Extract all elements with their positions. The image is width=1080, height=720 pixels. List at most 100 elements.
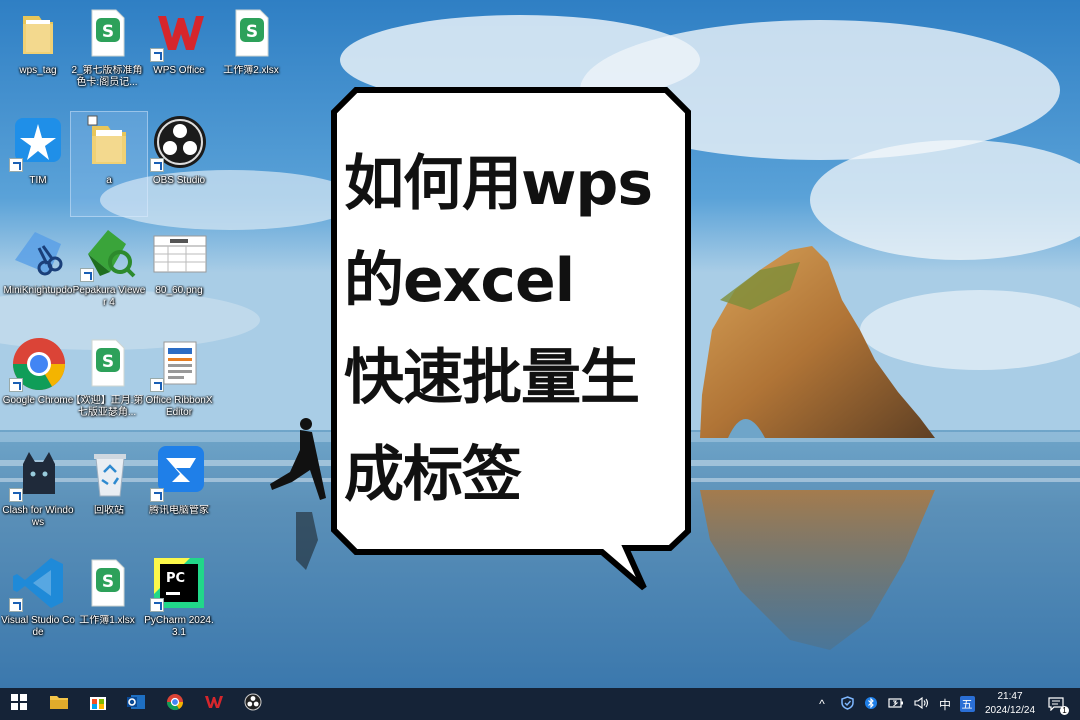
clash-cat-icon [9, 444, 67, 502]
desktop-icon-miniknight[interactable]: MiniKnightupdo [0, 222, 76, 326]
desktop-icon-pycharm[interactable]: PC PyCharm 2024.3.1 [141, 552, 217, 656]
desktop-icon-label: Pepakura Viewer 4 [72, 285, 146, 308]
desktop-icon-label: Visual Studio Code [1, 615, 75, 638]
ime-language-text: 中 [938, 697, 951, 712]
tray-battery[interactable] [884, 688, 908, 720]
bubble-line: 快速批量生 [344, 343, 640, 413]
notification-center-button[interactable]: 1 [1044, 688, 1069, 720]
desktop-icon-label: 回收站 [94, 505, 124, 516]
mail-icon [126, 693, 146, 716]
vscode-icon [9, 554, 67, 612]
folder-icon [80, 114, 138, 172]
desktop-icon-workbook2[interactable]: S 工作簿2.xlsx [213, 2, 289, 106]
pycharm-icon: PC [150, 554, 208, 612]
folder-icon [9, 4, 67, 62]
desktop-icon-obs[interactable]: OBS Studio [141, 112, 217, 216]
store-icon [89, 693, 107, 716]
image-file-icon [150, 224, 208, 282]
desktop-icon-label: 【欢迎】正月:第七版亚瑟角... [70, 395, 144, 418]
desktop-icon-label: wps_tag [19, 65, 57, 76]
notification-count-badge: 1 [1060, 706, 1069, 715]
taskbar-outlook[interactable] [117, 688, 155, 720]
desktop-icon-wps-office[interactable]: WPS Office [141, 2, 217, 106]
chrome-icon [9, 334, 67, 392]
start-button[interactable] [0, 688, 38, 720]
bubble-line: 成标签 [344, 440, 522, 510]
desktop-icon-label: Office RibbonX Editor [145, 395, 213, 418]
taskbar-store[interactable] [79, 688, 117, 720]
file-explorer-icon [49, 693, 69, 716]
desktop-icon-label: OBS Studio [152, 175, 206, 186]
desktop-icon-label: TIM [29, 175, 47, 186]
chrome-icon [166, 693, 184, 716]
taskbar-obs[interactable] [234, 688, 272, 720]
taskbar-wps[interactable] [195, 688, 233, 720]
desktop-icon-label: 腾讯电脑管家 [149, 505, 209, 516]
wps-office-icon [204, 694, 224, 715]
desktop-icon-label: 80_60.png [155, 285, 203, 296]
speech-bubble-overlay: 如何用wps 的excel 快速批量生 成标签 [326, 86, 696, 596]
tim-star-icon [9, 114, 67, 172]
svg-text:S: S [102, 22, 114, 42]
desktop-icon-role-card[interactable]: S 2_第七版标准角色卡:阁员记... [69, 2, 145, 106]
bluetooth-icon [865, 696, 877, 713]
miniknight-scissors-icon [9, 224, 67, 282]
taskbar-file-explorer[interactable] [40, 688, 78, 720]
desktop-icon-wps-tag[interactable]: wps_tag [0, 2, 76, 106]
svg-text:S: S [102, 352, 114, 372]
wps-spreadsheet-icon: S [78, 334, 136, 392]
wps-spreadsheet-icon: S [78, 4, 136, 62]
desktop-icon-label: Clash for Windows [2, 505, 74, 528]
taskbar-chrome[interactable] [156, 688, 194, 720]
desktop-icon-workbook1[interactable]: S 工作簿1.xlsx [69, 552, 145, 656]
desktop-icon-label: a [106, 175, 112, 186]
battery-plug-icon [888, 697, 904, 712]
tray-bluetooth[interactable] [860, 688, 882, 720]
desktop-icon-welcome-card[interactable]: S 【欢迎】正月:第七版亚瑟角... [69, 332, 145, 436]
clock-time: 21:47 [997, 691, 1023, 702]
wps-spreadsheet-icon: S [222, 4, 280, 62]
shield-icon [840, 695, 854, 713]
desktop-icon-label: 工作簿1.xlsx [79, 615, 135, 626]
desktop-icon-label: MiniKnightupdo [3, 285, 73, 296]
pepakura-icon [80, 224, 138, 282]
svg-text:S: S [246, 22, 258, 42]
tray-clock[interactable]: 21:47 2024/12/24 [976, 690, 1044, 718]
recycle-bin-icon [80, 444, 138, 502]
bubble-line: 如何用wps [344, 149, 653, 219]
desktop-icon-tencent-pc-manager[interactable]: 腾讯电脑管家 [141, 442, 217, 546]
desktop-icon-label: WPS Office [153, 65, 205, 76]
wps-spreadsheet-icon: S [78, 554, 136, 612]
desktop-icon-tim[interactable]: TIM [0, 112, 76, 216]
obs-icon [244, 693, 262, 716]
desktop-icon-vscode[interactable]: Visual Studio Code [0, 552, 76, 656]
desktop-icon-recycle-bin[interactable]: 回收站 [71, 442, 147, 546]
bubble-title: 如何用wps 的excel 快速批量生 成标签 [344, 136, 694, 524]
svg-text:PC: PC [166, 571, 185, 586]
ime-mode-badge: 五 [959, 696, 975, 712]
speaker-icon [914, 696, 930, 712]
desktop-icon-folder-a[interactable]: a [70, 111, 148, 217]
tray-ime-language[interactable]: 中 [934, 688, 956, 720]
taskbar: ^ 中 五 21:47 2024/12/24 1 [0, 688, 1080, 720]
notification-icon: 1 [1048, 697, 1069, 715]
clock-date: 2024/12/24 [984, 705, 1036, 716]
tray-ime-mode[interactable]: 五 [956, 688, 978, 720]
desktop-icon-image-80-60[interactable]: 80_60.png [141, 222, 217, 326]
tray-overflow-button[interactable]: ^ [812, 688, 832, 720]
desktop-icon-clash[interactable]: Clash for Windows [0, 442, 76, 546]
svg-text:S: S [102, 572, 114, 592]
desktop-icon-label: 2_第七版标准角色卡:阁员记... [71, 65, 143, 88]
ribbonx-editor-icon [150, 334, 208, 392]
desktop-icon-ribbonx[interactable]: Office RibbonX Editor [141, 332, 217, 436]
windows-logo-icon [11, 693, 27, 715]
desktop-icon-chrome[interactable]: Google Chrome [0, 332, 76, 436]
tray-security[interactable] [836, 688, 858, 720]
tencent-pc-manager-icon [150, 444, 208, 502]
tray-volume[interactable] [910, 688, 934, 720]
desktop-icon-label: 工作簿2.xlsx [223, 65, 279, 76]
chevron-up-icon: ^ [819, 697, 825, 711]
desktop-icon-label: PyCharm 2024.3.1 [144, 615, 214, 638]
obs-icon [150, 114, 208, 172]
desktop-icon-pepakura[interactable]: Pepakura Viewer 4 [71, 222, 147, 326]
